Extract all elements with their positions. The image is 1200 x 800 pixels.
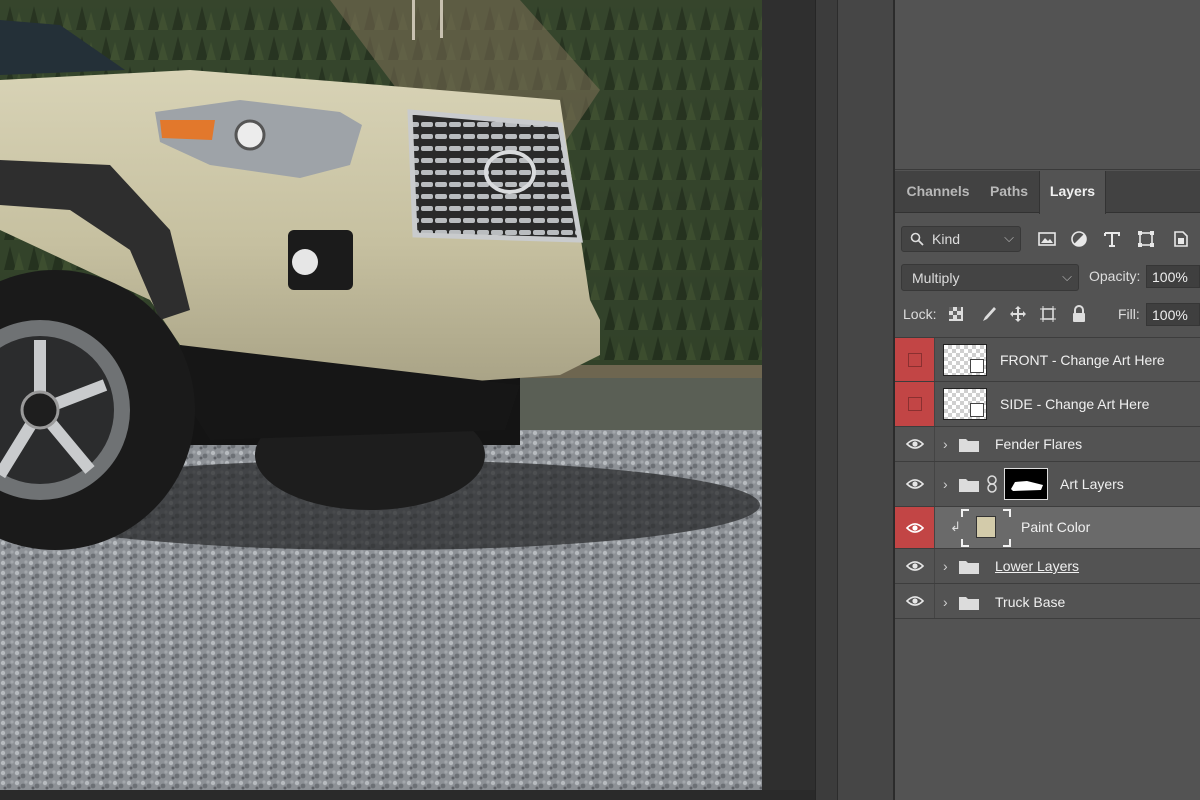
photoshop-window: Channels Paths Layers Kind ⌵ Multiply ⌵ …: [0, 0, 1200, 800]
expand-chevron-icon[interactable]: ›: [943, 436, 948, 452]
layer-name[interactable]: Lower Layers: [995, 558, 1079, 574]
image-filter-icon[interactable]: [1036, 228, 1058, 250]
smart-object-badge-icon: [970, 359, 984, 373]
layer-row-side[interactable]: SIDE - Change Art Here: [895, 381, 1200, 426]
shape-filter-icon[interactable]: [1135, 228, 1157, 250]
lock-transparent-icon[interactable]: [947, 305, 965, 323]
link-chain-icon[interactable]: [986, 475, 998, 493]
lock-image-icon[interactable]: [979, 305, 997, 323]
blend-mode-value: Multiply: [912, 270, 960, 286]
visibility-toggle[interactable]: [895, 382, 935, 426]
eye-icon: [906, 522, 924, 533]
visibility-off-box: [908, 397, 922, 411]
layer-row-paint-color[interactable]: ↲ Paint Color: [895, 506, 1200, 548]
canvas-pasteboard: [762, 0, 815, 790]
opacity-input[interactable]: 100%: [1146, 265, 1200, 288]
expand-chevron-icon[interactable]: ›: [943, 594, 948, 610]
eye-icon: [906, 439, 924, 449]
folder-icon: [959, 597, 979, 610]
folder-icon: [959, 439, 979, 452]
blend-mode-select[interactable]: Multiply ⌵: [901, 264, 1079, 291]
opacity-label: Opacity:: [1089, 268, 1141, 284]
visibility-toggle[interactable]: [895, 427, 935, 461]
visibility-toggle[interactable]: [895, 549, 935, 583]
visibility-toggle[interactable]: [895, 584, 935, 618]
layer-thumbnail: [943, 344, 987, 376]
layer-mask-thumbnail[interactable]: [1004, 468, 1048, 500]
search-icon: [910, 232, 924, 246]
layer-name[interactable]: FRONT - Change Art Here: [1000, 352, 1165, 368]
visibility-toggle[interactable]: [895, 338, 935, 381]
type-filter-icon[interactable]: [1101, 228, 1123, 250]
expand-chevron-icon[interactable]: ›: [943, 476, 948, 492]
clipping-mask-arrow-icon: ↲: [950, 519, 961, 534]
layers-panel: Channels Paths Layers Kind ⌵ Multiply ⌵ …: [895, 0, 1200, 800]
layer-thumbnail: [943, 388, 987, 420]
tab-channels[interactable]: Channels: [895, 171, 981, 213]
eye-icon: [906, 561, 924, 571]
smart-object-filter-icon[interactable]: [1169, 228, 1191, 250]
folder-icon: [959, 561, 979, 574]
visibility-toggle[interactable]: [895, 507, 935, 548]
lock-position-icon[interactable]: [1009, 305, 1027, 323]
lock-all-icon[interactable]: [1070, 305, 1088, 323]
filter-kind-select[interactable]: Kind ⌵: [901, 226, 1021, 252]
chevron-down-icon: ⌵: [1062, 269, 1072, 284]
collapsed-panel-dock: [837, 0, 894, 800]
layer-name[interactable]: Truck Base: [995, 594, 1065, 610]
eye-icon: [906, 479, 924, 489]
document-canvas[interactable]: [0, 0, 762, 790]
vertical-scrollbar[interactable]: [815, 0, 837, 800]
fill-input[interactable]: 100%: [1146, 303, 1200, 326]
truck-photo: [0, 0, 762, 790]
layer-row-fender-flares[interactable]: › Fender Flares: [895, 426, 1200, 461]
folder-icon: [959, 479, 979, 492]
lock-artboard-icon[interactable]: [1039, 305, 1057, 323]
layer-row-lower-layers[interactable]: › Lower Layers: [895, 548, 1200, 583]
smart-object-badge-icon: [970, 403, 984, 417]
panel-tab-bar: Channels Paths Layers: [895, 171, 1200, 214]
eye-icon: [906, 596, 924, 606]
layer-row-truck-base[interactable]: › Truck Base: [895, 583, 1200, 619]
visibility-off-box: [908, 352, 922, 367]
chevron-down-icon: ⌵: [1004, 230, 1014, 245]
tab-paths[interactable]: Paths: [981, 171, 1037, 213]
canvas-bottom-edge: [0, 790, 815, 800]
lock-label: Lock:: [903, 306, 937, 322]
tab-layers[interactable]: Layers: [1039, 171, 1106, 214]
layer-name[interactable]: Art Layers: [1060, 476, 1124, 492]
fill-label: Fill:: [1118, 306, 1140, 322]
expand-chevron-icon[interactable]: ›: [943, 558, 948, 574]
filter-kind-label: Kind: [932, 231, 961, 247]
adjustment-filter-icon[interactable]: [1068, 228, 1090, 250]
layer-row-art-layers[interactable]: › Art Layers: [895, 461, 1200, 506]
visibility-toggle[interactable]: [895, 462, 935, 506]
upper-panel-area: [895, 0, 1200, 170]
layer-row-front[interactable]: FRONT - Change Art Here: [895, 337, 1200, 381]
layer-name[interactable]: Paint Color: [1021, 519, 1090, 535]
mask-truck-silhouette: [1011, 481, 1043, 491]
paint-color-swatch: [976, 516, 996, 538]
layer-name[interactable]: SIDE - Change Art Here: [1000, 396, 1149, 412]
layer-name[interactable]: Fender Flares: [995, 436, 1082, 452]
